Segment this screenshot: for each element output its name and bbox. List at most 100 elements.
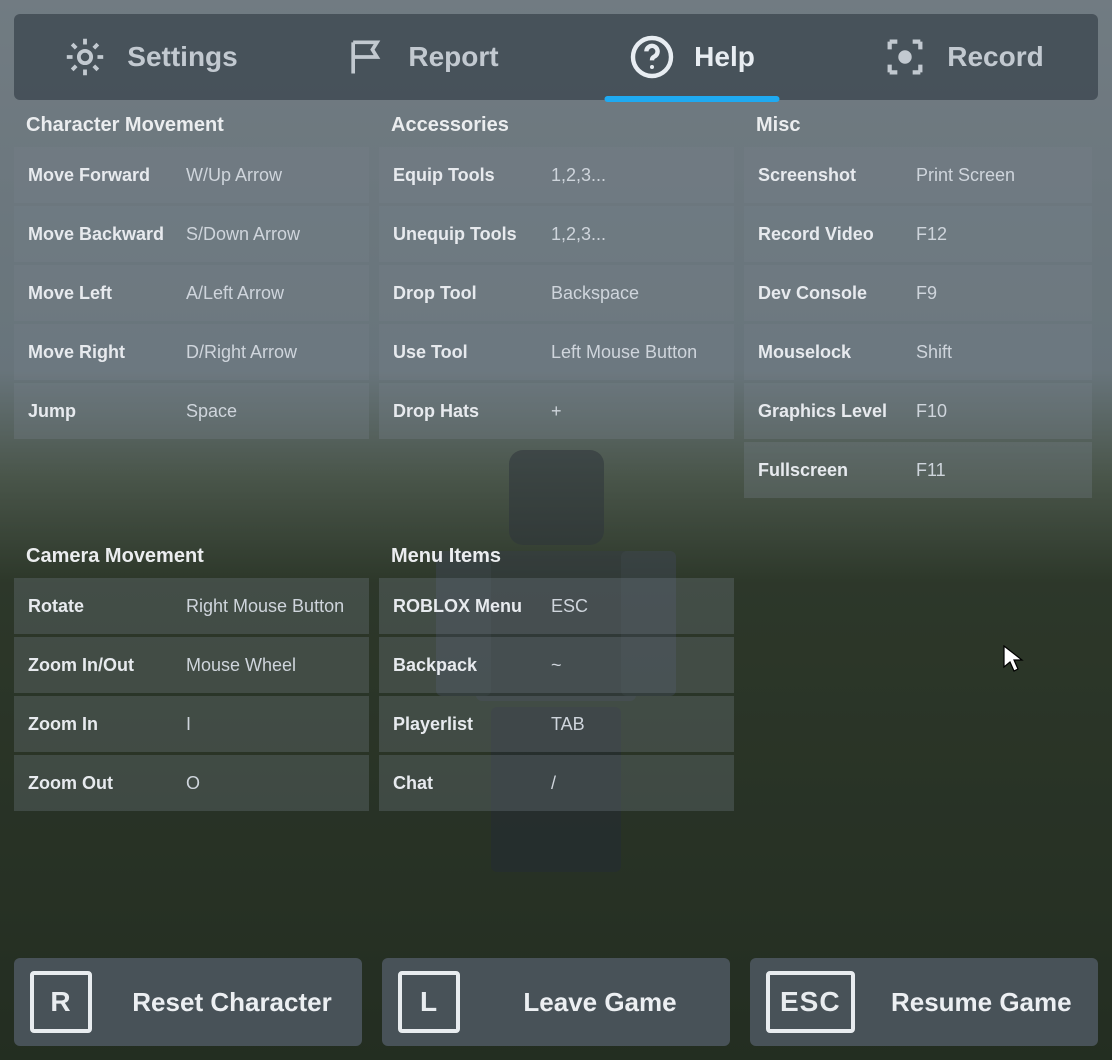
section-camera-movement: Camera Movement RotateRight Mouse Button… [14, 541, 369, 814]
keybind-label: Unequip Tools [393, 224, 551, 245]
keybind-value: Backspace [551, 283, 639, 304]
tab-record[interactable]: Record [827, 14, 1098, 100]
keybind-value: F12 [916, 224, 947, 245]
keybind-label: Zoom Out [28, 773, 186, 794]
keybind-value: + [551, 401, 562, 422]
keybind-label: Move Forward [28, 165, 186, 186]
button-label: Reset Character [118, 987, 346, 1018]
keybind-row: Zoom In/OutMouse Wheel [14, 637, 369, 693]
keybind-label: Graphics Level [758, 401, 916, 422]
keybind-value: Shift [916, 342, 952, 363]
tab-help[interactable]: Help [556, 14, 827, 100]
section-character-movement: Character Movement Move ForwardW/Up Arro… [14, 110, 369, 501]
keybind-row: ScreenshotPrint Screen [744, 147, 1092, 203]
keybind-row: Drop Hats+ [379, 383, 734, 439]
keybind-value: Right Mouse Button [186, 596, 344, 617]
keybind-row: MouselockShift [744, 324, 1092, 380]
keybind-value: 1,2,3... [551, 165, 606, 186]
keybind-value: O [186, 773, 200, 794]
keybind-value: F9 [916, 283, 937, 304]
tab-report[interactable]: Report [285, 14, 556, 100]
keybind-label: Use Tool [393, 342, 551, 363]
reset-character-button[interactable]: R Reset Character [14, 958, 362, 1046]
keybind-label: Drop Hats [393, 401, 551, 422]
keybind-label: Equip Tools [393, 165, 551, 186]
keybind-value: Mouse Wheel [186, 655, 296, 676]
keybind-value: D/Right Arrow [186, 342, 297, 363]
section-title: Character Movement [14, 110, 369, 147]
leave-game-button[interactable]: L Leave Game [382, 958, 730, 1046]
keybind-row: Record VideoF12 [744, 206, 1092, 262]
keybind-value: A/Left Arrow [186, 283, 284, 304]
keybind-label: Playerlist [393, 714, 551, 735]
keybind-label: Fullscreen [758, 460, 916, 481]
tab-settings[interactable]: Settings [14, 14, 285, 100]
section-title: Camera Movement [14, 541, 369, 578]
keybind-row: Dev ConsoleF9 [744, 265, 1092, 321]
keybind-label: Dev Console [758, 283, 916, 304]
keybind-label: ROBLOX Menu [393, 596, 551, 617]
record-icon [881, 33, 929, 81]
keybind-label: Move Left [28, 283, 186, 304]
keybind-value: TAB [551, 714, 585, 735]
game-menu: Settings Report Help [0, 0, 1112, 1060]
keybind-value: I [186, 714, 191, 735]
key-hint: R [30, 971, 92, 1033]
keybind-label: Zoom In [28, 714, 186, 735]
keybind-label: Drop Tool [393, 283, 551, 304]
keybind-label: Jump [28, 401, 186, 422]
keybind-row: ROBLOX MenuESC [379, 578, 734, 634]
keybind-row: Move RightD/Right Arrow [14, 324, 369, 380]
section-menu-items: Menu Items ROBLOX MenuESCBackpack~Player… [379, 541, 734, 814]
keybind-row: Chat/ [379, 755, 734, 811]
flag-icon [342, 33, 390, 81]
gear-icon [61, 33, 109, 81]
keybind-label: Move Backward [28, 224, 186, 245]
keybind-value: F11 [916, 460, 946, 481]
keybind-label: Chat [393, 773, 551, 794]
keybind-row: Move ForwardW/Up Arrow [14, 147, 369, 203]
keybind-label: Rotate [28, 596, 186, 617]
keybind-value: W/Up Arrow [186, 165, 282, 186]
keybind-label: Zoom In/Out [28, 655, 186, 676]
tab-label: Settings [127, 41, 237, 73]
menu-tabs: Settings Report Help [14, 14, 1098, 100]
keybind-value: F10 [916, 401, 947, 422]
resume-game-button[interactable]: ESC Resume Game [750, 958, 1098, 1046]
key-hint: L [398, 971, 460, 1033]
tab-label: Report [408, 41, 498, 73]
keybind-row: PlayerlistTAB [379, 696, 734, 752]
keybind-row: Drop ToolBackspace [379, 265, 734, 321]
keybind-row: Move BackwardS/Down Arrow [14, 206, 369, 262]
keybind-value: ~ [551, 655, 562, 676]
section-accessories: Accessories Equip Tools1,2,3...Unequip T… [379, 110, 734, 501]
keybind-value: ESC [551, 596, 588, 617]
help-icon [628, 33, 676, 81]
button-label: Leave Game [486, 987, 714, 1018]
keybind-row: Unequip Tools1,2,3... [379, 206, 734, 262]
keybind-value: / [551, 773, 556, 794]
section-title: Menu Items [379, 541, 734, 578]
keybind-row: Move LeftA/Left Arrow [14, 265, 369, 321]
keybind-row: FullscreenF11 [744, 442, 1092, 498]
keybind-row: Equip Tools1,2,3... [379, 147, 734, 203]
keybind-row: Zoom InI [14, 696, 369, 752]
section-misc: Misc ScreenshotPrint ScreenRecord VideoF… [744, 110, 1092, 501]
keybind-value: Left Mouse Button [551, 342, 697, 363]
section-title: Accessories [379, 110, 734, 147]
section-title: Misc [744, 110, 1092, 147]
keybind-row: RotateRight Mouse Button [14, 578, 369, 634]
keybind-label: Mouselock [758, 342, 916, 363]
keybind-label: Backpack [393, 655, 551, 676]
keybind-label: Screenshot [758, 165, 916, 186]
keybind-row: Backpack~ [379, 637, 734, 693]
keybind-row: Zoom OutO [14, 755, 369, 811]
keybind-row: JumpSpace [14, 383, 369, 439]
keybind-row: Graphics LevelF10 [744, 383, 1092, 439]
keybind-value: 1,2,3... [551, 224, 606, 245]
button-label: Resume Game [881, 987, 1082, 1018]
keybind-label: Move Right [28, 342, 186, 363]
keybind-value: S/Down Arrow [186, 224, 300, 245]
key-hint: ESC [766, 971, 855, 1033]
keybind-value: Print Screen [916, 165, 1015, 186]
